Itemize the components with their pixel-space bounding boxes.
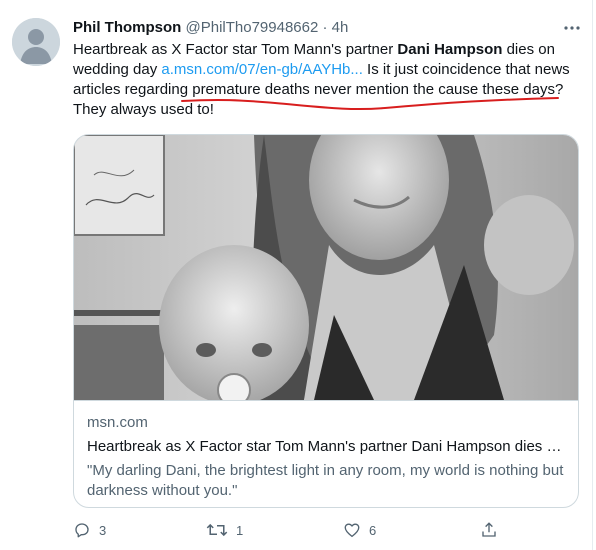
- reply-button[interactable]: 3: [73, 519, 106, 541]
- retweet-icon: [206, 523, 228, 537]
- link-card[interactable]: msn.com Heartbreak as X Factor star Tom …: [73, 134, 579, 508]
- tweet-text: Heartbreak as X Factor star Tom Mann's p…: [73, 40, 573, 120]
- more-options-button[interactable]: [560, 16, 584, 40]
- like-button[interactable]: 6: [343, 519, 376, 541]
- card-image[interactable]: [74, 135, 578, 401]
- like-count: 6: [369, 522, 377, 538]
- share-button[interactable]: [480, 519, 498, 541]
- tweet-text-bold: Dani Hampson: [397, 41, 503, 58]
- tweet-link[interactable]: a.msn.com/07/en-gb/AAYHb...: [161, 61, 362, 78]
- card-meta: msn.com Heartbreak as X Factor star Tom …: [87, 413, 567, 501]
- default-avatar-icon: [12, 18, 60, 66]
- tweet-header: Phil Thompson @PhilTho79948662 · 4h: [73, 18, 533, 40]
- avatar[interactable]: [12, 18, 60, 66]
- card-domain: msn.com: [87, 414, 148, 431]
- author-name[interactable]: Phil Thompson: [73, 19, 181, 36]
- separator-dot: ·: [322, 19, 328, 36]
- card-description: "My darling Dani, the brightest light in…: [87, 462, 564, 499]
- more-icon: [564, 26, 580, 30]
- card-title[interactable]: Heartbreak as X Factor star Tom Mann's p…: [87, 437, 567, 457]
- right-border: [592, 0, 593, 550]
- share-icon: [482, 522, 496, 537]
- author-handle[interactable]: @PhilTho79948662: [186, 19, 319, 36]
- reply-icon: [75, 523, 89, 538]
- tweet-text-part: Heartbreak as X Factor star Tom Mann's p…: [73, 41, 398, 58]
- tweet-time[interactable]: 4h: [332, 19, 349, 36]
- retweet-button[interactable]: 1: [206, 519, 243, 541]
- like-icon: [344, 523, 360, 538]
- retweet-count: 1: [236, 522, 244, 538]
- reply-count: 3: [99, 522, 107, 538]
- tweet-actions: 3 1 6: [73, 519, 503, 541]
- card-photo: [74, 135, 578, 400]
